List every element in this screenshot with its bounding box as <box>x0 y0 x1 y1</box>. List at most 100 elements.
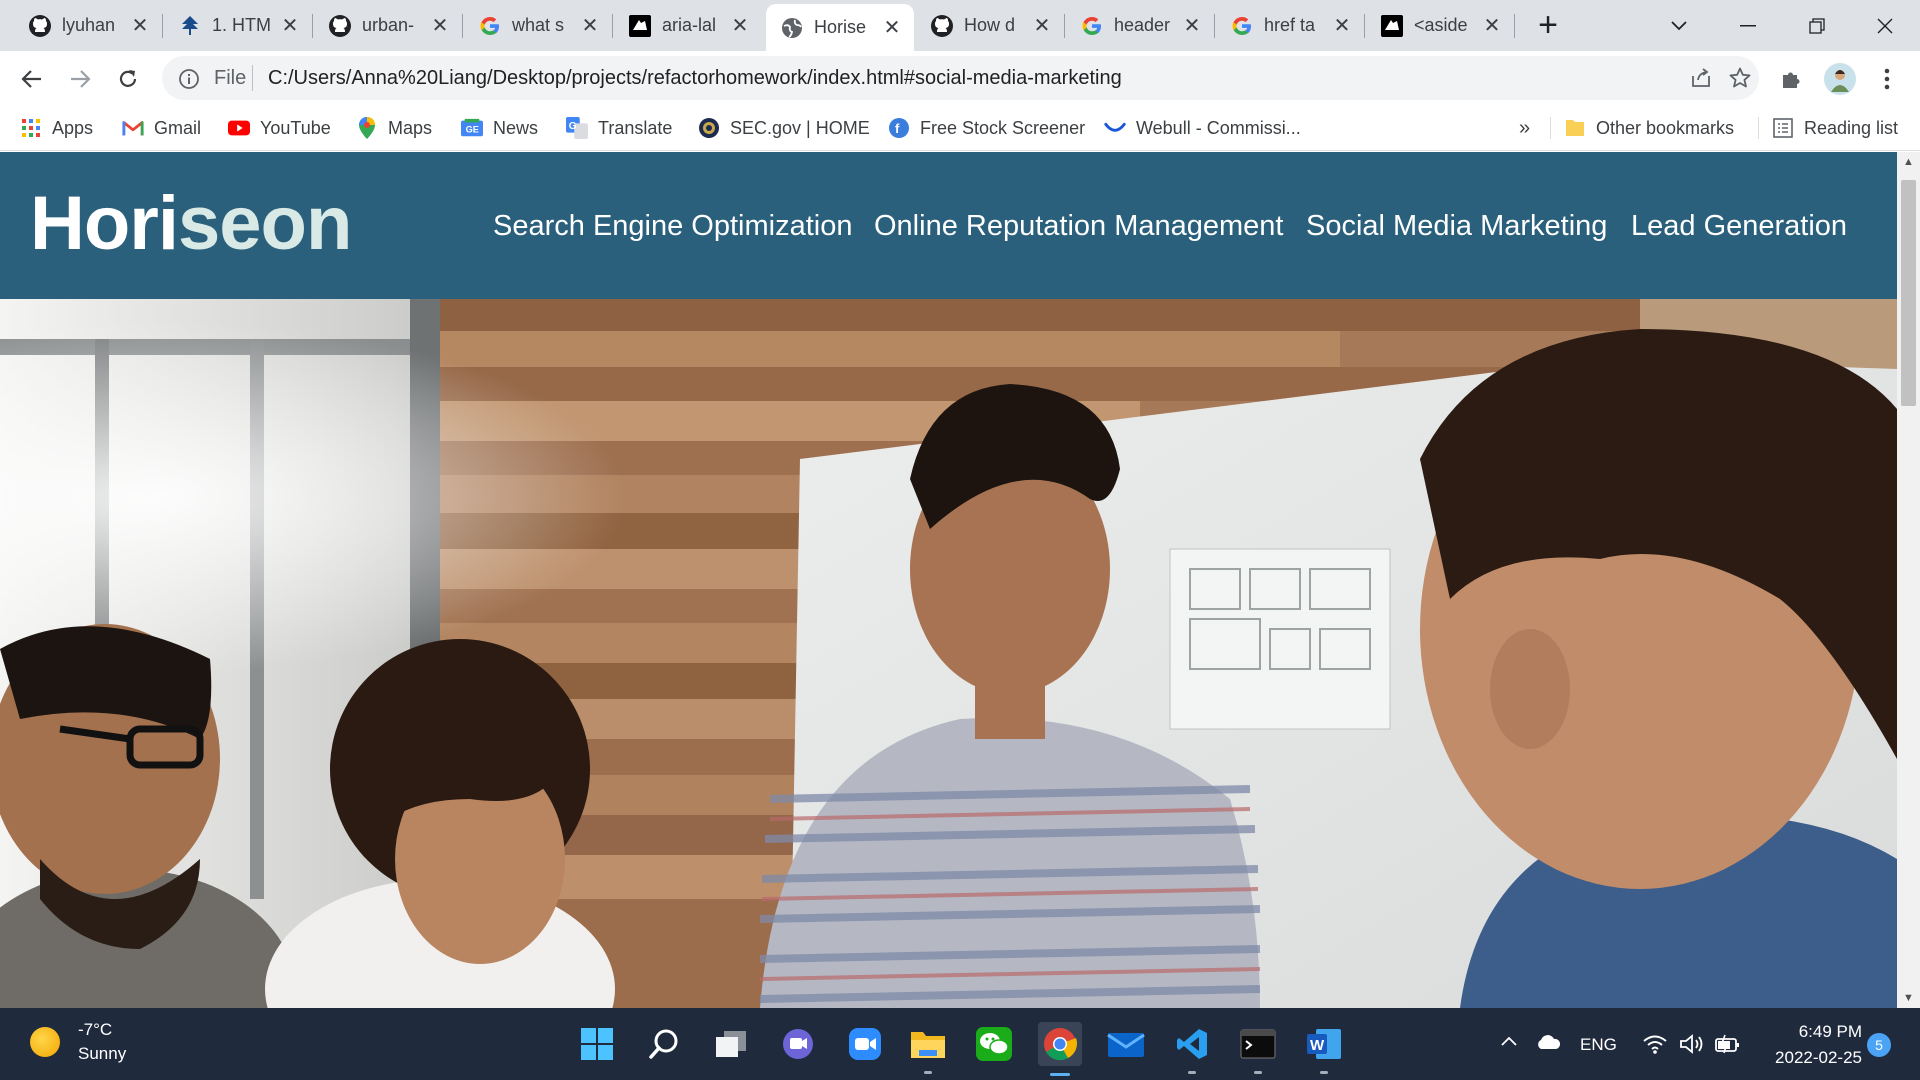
svg-text:G: G <box>569 121 577 132</box>
chrome-icon[interactable] <box>1038 1022 1082 1076</box>
bookmark-apps[interactable]: Apps <box>20 113 93 143</box>
logo-accent: seon <box>178 181 352 266</box>
tree-icon <box>178 14 202 38</box>
notification-badge[interactable]: 5 <box>1867 1033 1891 1057</box>
task-view-icon[interactable] <box>709 1022 753 1066</box>
windows-start-icon[interactable] <box>575 1022 619 1066</box>
onedrive-cloud-icon[interactable] <box>1535 1034 1561 1055</box>
battery-charging-icon[interactable] <box>1715 1034 1741 1059</box>
scroll-down-arrow-icon[interactable]: ▼ <box>1897 988 1920 1008</box>
forward-arrow-icon[interactable] <box>65 64 95 94</box>
page-scrollbar[interactable]: ▲ ▼ <box>1897 152 1920 1008</box>
word-icon[interactable]: W <box>1302 1022 1346 1074</box>
weather-condition: Sunny <box>78 1044 127 1063</box>
bookmark-youtube[interactable]: YouTube <box>228 113 331 143</box>
bookmark-stock-screener[interactable]: f Free Stock Screener <box>888 113 1085 143</box>
teams-chat-icon[interactable] <box>776 1022 820 1066</box>
github-icon <box>328 14 352 38</box>
svg-text:GE: GE <box>466 125 479 135</box>
reload-icon[interactable] <box>113 64 143 94</box>
reading-list-icon <box>1772 117 1794 139</box>
volume-icon[interactable] <box>1679 1034 1705 1059</box>
google-icon <box>478 14 502 38</box>
tab-title: what s <box>512 15 565 35</box>
restore-button[interactable] <box>1784 0 1850 51</box>
tab-5-active[interactable]: Horise ✕ <box>766 4 914 51</box>
url-text[interactable]: C:/Users/Anna%20Liang/Desktop/projects/r… <box>268 67 1122 90</box>
scroll-up-arrow-icon[interactable]: ▲ <box>1897 152 1920 172</box>
sun-icon <box>30 1027 60 1057</box>
close-tab-icon[interactable]: ✕ <box>1332 16 1352 36</box>
close-tab-icon[interactable]: ✕ <box>882 18 902 38</box>
share-icon[interactable] <box>1689 66 1713 95</box>
weather-widget[interactable]: -7°C Sunny <box>30 1020 126 1064</box>
close-tab-icon[interactable]: ✕ <box>1032 16 1052 36</box>
tab-7[interactable]: header ✕ <box>1066 0 1214 51</box>
tab-title: href ta <box>1264 15 1316 35</box>
bookmarks-overflow-button[interactable]: » <box>1519 113 1530 143</box>
bookmark-gmail[interactable]: Gmail <box>122 113 201 143</box>
bookmark-sec[interactable]: SEC.gov | HOME <box>698 113 870 143</box>
mdn-icon <box>628 14 652 38</box>
bookmark-label: SEC.gov | HOME <box>730 117 870 138</box>
scrollbar-thumb[interactable] <box>1901 180 1916 406</box>
mail-icon[interactable] <box>1104 1022 1148 1066</box>
tab-4[interactable]: aria-lal ✕ <box>614 0 762 51</box>
svg-text:f: f <box>895 121 900 136</box>
tab-8[interactable]: href ta ✕ <box>1216 0 1364 51</box>
wifi-icon[interactable] <box>1643 1034 1667 1059</box>
nav-link-reputation[interactable]: Online Reputation Management <box>874 210 1283 243</box>
menu-kebab-icon[interactable] <box>1872 64 1902 94</box>
profile-avatar[interactable] <box>1823 62 1857 96</box>
bookmark-webull[interactable]: Webull - Commissi... <box>1104 113 1301 143</box>
other-bookmarks-folder[interactable]: Other bookmarks <box>1564 113 1734 143</box>
close-tab-icon[interactable]: ✕ <box>130 16 150 36</box>
close-tab-icon[interactable]: ✕ <box>730 16 750 36</box>
system-clock[interactable]: 6:49 PM 2022-02-25 <box>1762 1022 1862 1068</box>
new-tab-button[interactable]: + <box>1516 0 1580 51</box>
show-hidden-icons-chevron-icon[interactable] <box>1500 1032 1518 1052</box>
language-indicator[interactable]: ENG <box>1580 1035 1617 1055</box>
translate-icon: G <box>566 117 588 139</box>
reading-list-button[interactable]: Reading list <box>1772 113 1898 143</box>
tab-6[interactable]: How d ✕ <box>916 0 1064 51</box>
close-tab-icon[interactable]: ✕ <box>1482 16 1502 36</box>
nav-link-seo[interactable]: Search Engine Optimization <box>493 210 852 243</box>
tab-9[interactable]: <aside ✕ <box>1366 0 1514 51</box>
tab-title: 1. HTM <box>212 15 272 35</box>
bookmark-news[interactable]: GE News <box>461 113 538 143</box>
close-tab-icon[interactable]: ✕ <box>1182 16 1202 36</box>
address-bar[interactable]: File C:/Users/Anna%20Liang/Desktop/proje… <box>162 56 1759 100</box>
vscode-icon[interactable] <box>1170 1022 1214 1074</box>
wechat-icon[interactable] <box>972 1022 1016 1066</box>
folder-icon <box>1564 117 1586 139</box>
bookmark-translate[interactable]: G Translate <box>566 113 672 143</box>
bookmark-maps[interactable]: Maps <box>356 113 432 143</box>
search-icon[interactable] <box>642 1022 686 1066</box>
file-explorer-icon[interactable] <box>906 1022 950 1074</box>
zoom-icon[interactable] <box>843 1022 887 1066</box>
browser-toolbar: File C:/Users/Anna%20Liang/Desktop/proje… <box>0 51 1920 105</box>
info-icon[interactable] <box>178 68 200 90</box>
close-tab-icon[interactable]: ✕ <box>430 16 450 36</box>
close-tab-icon[interactable]: ✕ <box>580 16 600 36</box>
minimize-button[interactable] <box>1715 0 1781 51</box>
close-window-button[interactable] <box>1852 0 1918 51</box>
tab-2[interactable]: urban- ✕ <box>314 0 462 51</box>
bookmark-star-icon[interactable] <box>1728 66 1752 95</box>
google-icon <box>1230 14 1254 38</box>
tab-1[interactable]: 1. HTM ✕ <box>164 0 312 51</box>
tab-title: urban- <box>362 15 415 35</box>
back-arrow-icon[interactable] <box>17 64 47 94</box>
github-icon <box>930 14 954 38</box>
hero-image <box>0 299 1897 1008</box>
tab-search-chevron-icon[interactable] <box>1646 0 1712 51</box>
extensions-puzzle-icon[interactable] <box>1776 64 1806 94</box>
close-tab-icon[interactable]: ✕ <box>280 16 300 36</box>
terminal-icon[interactable] <box>1236 1022 1280 1074</box>
tab-3[interactable]: what s ✕ <box>464 0 612 51</box>
tab-0[interactable]: lyuhan ✕ <box>14 0 162 51</box>
nav-link-social-media[interactable]: Social Media Marketing <box>1306 210 1607 243</box>
nav-link-lead-generation[interactable]: Lead Generation <box>1631 210 1847 243</box>
bookmark-label: Apps <box>52 117 94 138</box>
